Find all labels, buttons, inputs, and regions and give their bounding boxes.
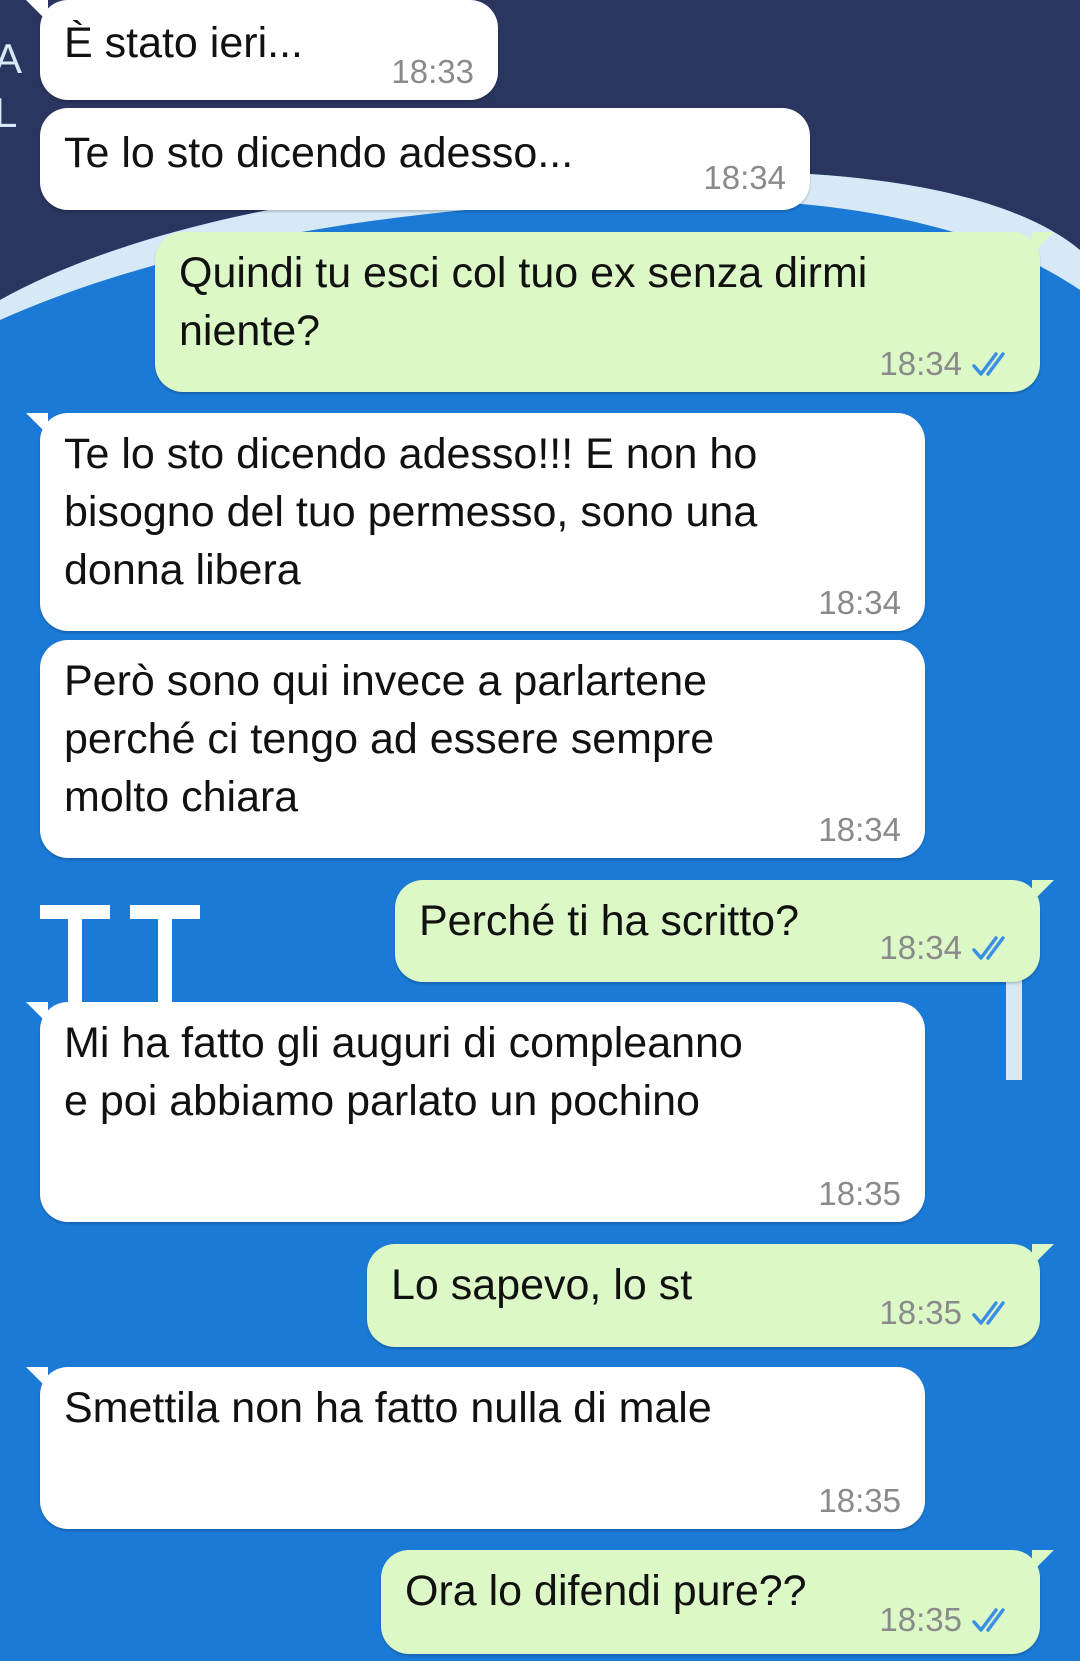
message-text: Perché ti ha scritto? [419,897,800,945]
chat-message-list[interactable]: È stato ieri... 18:33 Te lo sto dicendo … [0,0,1080,1661]
message-time: 18:34 [818,584,901,621]
message-text: Te lo sto dicendo adesso... [64,129,574,177]
message-time: 18:35 [879,1601,962,1638]
message-text: Lo sapevo, lo st [391,1261,693,1309]
message-bubble[interactable]: Però sono qui invece a parlartene perché… [40,640,925,858]
message-meta: 18:34 [818,810,901,850]
message-meta: 18:35 [879,1293,1016,1333]
message-bubble[interactable]: Ora lo difendi pure?? 18:35 [381,1550,1054,1654]
message-text: Te lo sto dicendo adesso!!! E non ho bis… [64,430,758,594]
double-check-read-icon [972,936,1005,960]
message-time: 18:34 [879,929,962,966]
double-check-read-icon [972,352,1005,376]
message-bubble[interactable]: Quindi tu esci col tuo ex senza dirmi ni… [155,232,1054,392]
message-bubble[interactable]: Te lo sto dicendo adesso!!! E non ho bis… [26,413,925,631]
message-time: 18:34 [879,345,962,382]
message-time: 18:34 [818,811,901,848]
message-time: 18:33 [391,53,474,90]
double-check-read-icon [972,1301,1005,1325]
message-meta: 18:35 [879,1600,1016,1640]
message-time: 18:34 [703,159,786,196]
message-meta: 18:34 [879,344,1016,384]
message-time: 18:35 [818,1175,901,1212]
message-bubble[interactable]: Smettila non ha fatto nulla di male 18:3… [26,1367,925,1529]
message-text: Quindi tu esci col tuo ex senza dirmi ni… [179,249,868,355]
message-meta: 18:34 [879,928,1016,968]
message-meta: 18:34 [703,158,786,198]
message-bubble[interactable]: Lo sapevo, lo st 18:35 [367,1244,1054,1347]
message-text: Però sono qui invece a parlartene perché… [64,657,715,821]
double-check-read-icon [972,1608,1005,1632]
message-time: 18:35 [879,1294,962,1331]
message-text: È stato ieri... [64,19,303,67]
message-meta: 18:35 [818,1174,901,1214]
message-text: Smettila non ha fatto nulla di male [64,1384,712,1432]
message-time: 18:35 [818,1482,901,1519]
message-meta: 18:33 [391,52,474,92]
message-text: Mi ha fatto gli auguri di compleanno e p… [64,1019,743,1125]
message-bubble[interactable]: Perché ti ha scritto? 18:34 [395,880,1054,982]
message-bubble[interactable]: Te lo sto dicendo adesso... 18:34 [40,108,810,210]
message-bubble[interactable]: Mi ha fatto gli auguri di compleanno e p… [26,1002,925,1222]
message-text: Ora lo difendi pure?? [405,1567,807,1615]
message-meta: 18:34 [818,583,901,623]
message-meta: 18:35 [818,1481,901,1521]
message-bubble[interactable]: È stato ieri... 18:33 [26,0,498,100]
